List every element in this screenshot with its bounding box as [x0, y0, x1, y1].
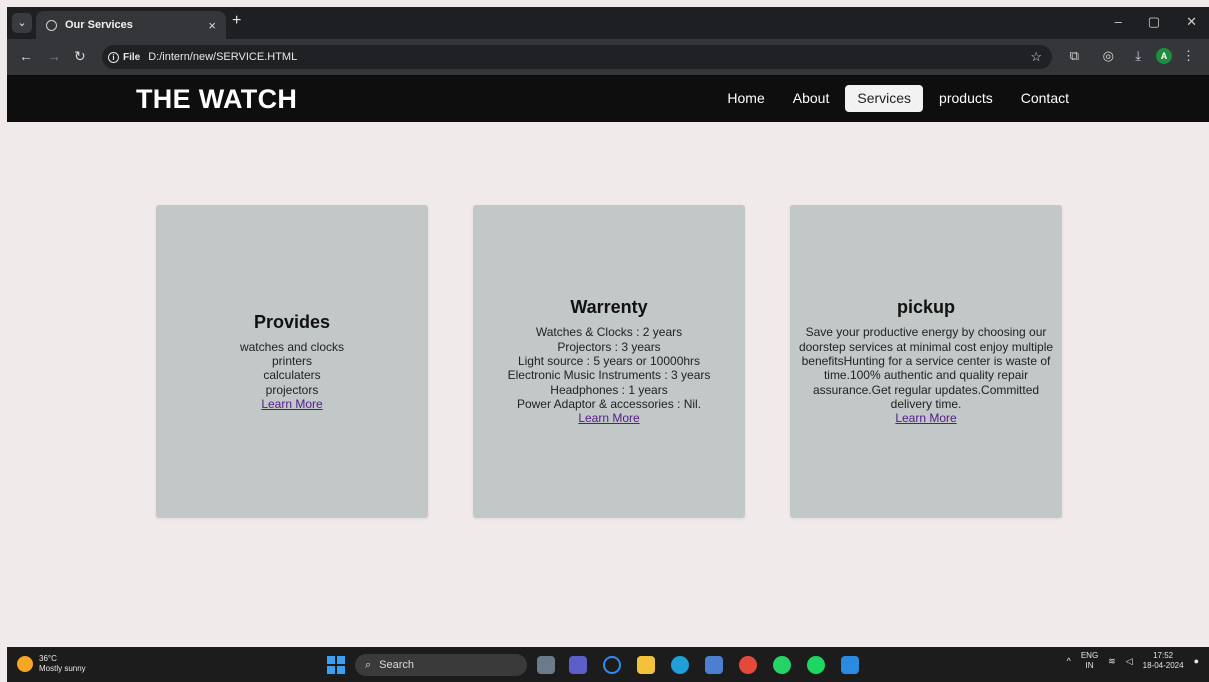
- learn-more-link[interactable]: Learn More: [261, 397, 322, 411]
- taskbar-search[interactable]: ⌕ Search: [355, 654, 527, 676]
- wifi-icon[interactable]: ≋: [1108, 656, 1116, 667]
- nav-services[interactable]: Services: [845, 85, 924, 112]
- card-line: Light source : 5 years or 10000hrs: [517, 354, 701, 369]
- info-icon: i: [108, 51, 119, 63]
- sun-icon: [17, 656, 33, 672]
- card-title: Provides: [253, 311, 331, 332]
- lang-top: ENG: [1080, 651, 1099, 660]
- tab-close-button[interactable]: ×: [208, 18, 216, 33]
- tab-search-button[interactable]: ⌄: [12, 13, 32, 33]
- teams-icon[interactable]: [569, 656, 587, 674]
- download-icon[interactable]: ⤓: [1135, 48, 1141, 64]
- extensions-icon[interactable]: ⧉: [1070, 48, 1079, 64]
- search-icon: ⌕: [365, 658, 372, 671]
- language-indicator[interactable]: ENG IN: [1081, 651, 1098, 671]
- chrome-icon[interactable]: [739, 656, 757, 674]
- service-card-warrenty: Warrenty Watches & Clocks : 2 years Proj…: [473, 205, 745, 518]
- weather-temp: 36°C: [39, 654, 57, 663]
- browser-toolbar: ← → ↻ i File D:/intern/new/SERVICE.HTML …: [7, 39, 1209, 75]
- system-tray: ^ ENG IN ≋ ◁ 17:52 18-04-2024 ●: [1067, 651, 1199, 671]
- card-line: Headphones : 1 years: [550, 382, 668, 397]
- globe-icon: [46, 19, 57, 31]
- card-line: printers: [271, 354, 312, 369]
- card-line: Power Adaptor & accessories : Nil.: [516, 396, 702, 411]
- notification-bell-icon[interactable]: ●: [1194, 656, 1199, 666]
- store-icon[interactable]: [705, 656, 723, 674]
- file-chip-label: File: [123, 51, 141, 63]
- card-title: Warrenty: [570, 297, 648, 318]
- minimize-button[interactable]: –: [1115, 14, 1122, 30]
- site-logo[interactable]: THE WATCH: [136, 84, 297, 115]
- url-text: D:/intern/new/SERVICE.HTML: [148, 51, 298, 63]
- learn-more-link[interactable]: Learn More: [895, 411, 956, 425]
- profile-avatar[interactable]: A: [1156, 48, 1172, 64]
- clock-date: 18-04-2024: [1142, 661, 1184, 670]
- clock[interactable]: 17:52 18-04-2024: [1143, 651, 1184, 671]
- tab-title: Our Services: [65, 19, 133, 31]
- reload-icon[interactable]: ↻: [74, 48, 86, 65]
- browser-tab[interactable]: Our Services ×: [36, 11, 226, 39]
- learn-more-link[interactable]: Learn More: [578, 411, 639, 425]
- lang-bottom: IN: [1085, 661, 1094, 670]
- whatsapp-icon[interactable]: [773, 656, 791, 674]
- service-card-provides: Provides watches and clocks printers cal…: [156, 205, 428, 518]
- service-card-pickup: pickup Save your productive energy by ch…: [790, 205, 1062, 518]
- clock-time: 17:52: [1153, 651, 1174, 660]
- card-line: calculaters: [263, 368, 321, 383]
- nav-about[interactable]: About: [781, 85, 842, 112]
- card-paragraph: Save your productive energy by choosing …: [798, 325, 1054, 411]
- restore-button[interactable]: ▢: [1148, 14, 1160, 30]
- os-taskbar: 36°C Mostly sunny ⌕ Search ^ ENG IN ≋ ◁ …: [7, 647, 1209, 682]
- forward-icon[interactable]: →: [47, 48, 61, 64]
- spotify-icon[interactable]: [807, 656, 825, 674]
- browser-tab-bar: ⌄ Our Services × + – ▢ ✕: [7, 7, 1209, 39]
- cortana-icon[interactable]: [603, 656, 621, 674]
- card-line: watches and clocks: [239, 339, 345, 354]
- card-title: pickup: [896, 297, 955, 318]
- search-label: Search: [379, 659, 415, 671]
- close-window-button[interactable]: ✕: [1186, 14, 1197, 30]
- windows-start-icon[interactable]: [327, 656, 345, 674]
- nav-contact[interactable]: Contact: [1009, 85, 1081, 112]
- window-controls: – ▢ ✕: [1115, 14, 1197, 30]
- site-info-chip[interactable]: i File: [108, 51, 148, 63]
- address-bar[interactable]: i File D:/intern/new/SERVICE.HTML ☆: [102, 45, 1052, 69]
- screenshot-icon[interactable]: ◎: [1103, 48, 1114, 64]
- nav-home[interactable]: Home: [715, 85, 776, 112]
- vscode-icon[interactable]: [841, 656, 859, 674]
- weather-widget[interactable]: 36°C Mostly sunny: [17, 654, 86, 674]
- bookmark-star-icon[interactable]: ☆: [1030, 49, 1042, 65]
- edge-icon[interactable]: [671, 656, 689, 674]
- task-view-icon[interactable]: [537, 656, 555, 674]
- site-header: THE WATCH Home About Services products C…: [7, 75, 1209, 122]
- back-icon[interactable]: ←: [19, 48, 33, 64]
- new-tab-button[interactable]: +: [232, 12, 241, 30]
- nav-products[interactable]: products: [927, 85, 1005, 112]
- file-explorer-icon[interactable]: [637, 656, 655, 674]
- main-nav: Home About Services products Contact: [715, 85, 1081, 112]
- card-line: Projectors : 3 years: [557, 339, 661, 354]
- card-line: Watches & Clocks : 2 years: [535, 325, 683, 340]
- volume-icon[interactable]: ◁: [1126, 656, 1133, 667]
- menu-kebab-icon[interactable]: ⋮: [1182, 48, 1195, 64]
- chevron-up-icon[interactable]: ^: [1067, 656, 1071, 666]
- card-line: Electronic Music Instruments : 3 years: [507, 368, 711, 383]
- weather-desc: Mostly sunny: [39, 664, 86, 673]
- card-line: projectors: [265, 382, 319, 397]
